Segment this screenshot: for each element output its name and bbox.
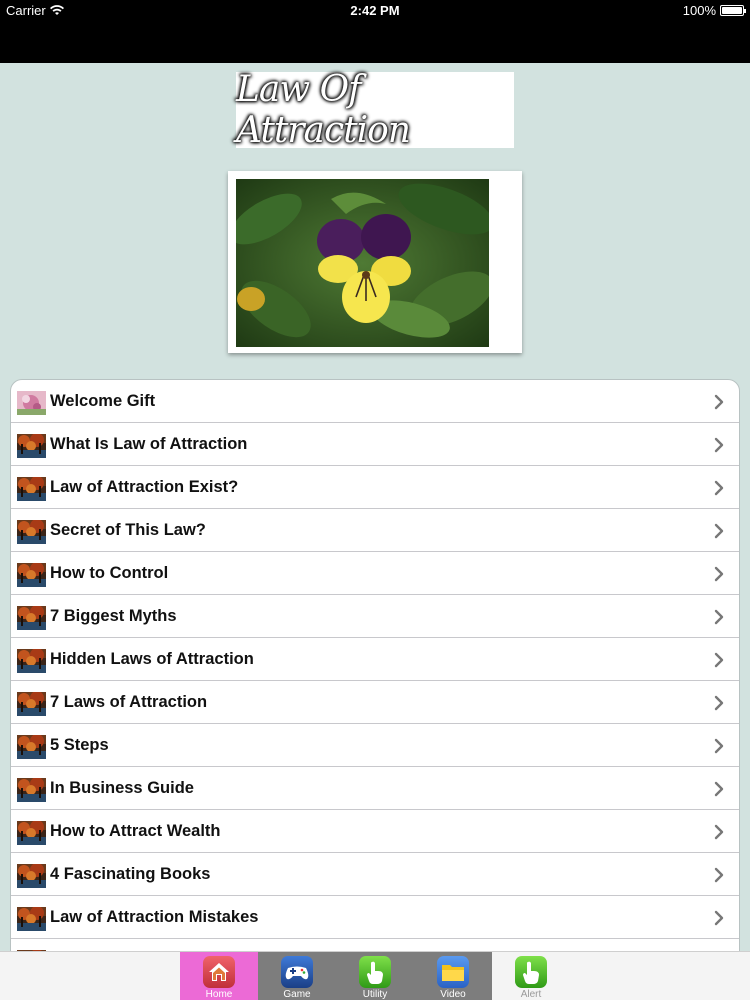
menu-item-label: How to Control — [50, 564, 169, 582]
tab-label-utility: Utility — [362, 989, 388, 1000]
menu-item-label: In Business Guide — [50, 779, 194, 797]
tab-label-video: Video — [440, 989, 466, 1000]
hand-pointer-icon — [515, 956, 547, 988]
chevron-right-icon — [712, 823, 726, 841]
tab-label-game: Game — [283, 989, 311, 1000]
menu-list: Welcome Gift What Is Law of Attraction Law… — [10, 379, 740, 951]
menu-item-label: Secret of This Law? — [50, 521, 206, 539]
autumn-thumb — [17, 821, 46, 845]
menu-item-label: Law of Attraction Exist? — [50, 478, 239, 496]
menu-item-label: 4 Fascinating Books — [50, 865, 211, 883]
menu-item[interactable]: 5 Steps — [11, 724, 739, 767]
autumn-thumb — [17, 606, 46, 630]
home-icon — [203, 956, 235, 988]
tab-video[interactable]: Video — [414, 952, 492, 1000]
navigation-bar — [0, 20, 750, 63]
autumn-thumb — [17, 864, 46, 888]
chevron-right-icon — [712, 436, 726, 454]
menu-item-label: 7 Laws of Attraction — [50, 693, 208, 711]
menu-item-label: 5 Steps — [50, 736, 109, 754]
menu-item[interactable]: Law of Attraction Exist? — [11, 466, 739, 509]
tab-home[interactable]: Home — [180, 952, 258, 1000]
menu-item[interactable] — [11, 939, 739, 951]
logo-text: Law Of Attraction — [236, 69, 411, 151]
gift-thumb — [17, 391, 46, 415]
chevron-right-icon — [712, 651, 726, 669]
autumn-thumb — [17, 692, 46, 716]
tab-label-alert: Alert — [520, 989, 542, 1000]
menu-item-label: 7 Biggest Myths — [50, 607, 177, 625]
autumn-thumb — [17, 649, 46, 673]
pansy-flower-photo — [236, 179, 489, 347]
menu-item[interactable]: Hidden Laws of Attraction — [11, 638, 739, 681]
autumn-thumb — [17, 520, 46, 544]
folder-icon — [437, 956, 469, 988]
tab-label-home: Home — [205, 989, 233, 1000]
menu-item[interactable]: Secret of This Law? — [11, 509, 739, 552]
menu-item-label: How to Attract Wealth — [50, 822, 221, 840]
status-right: 100% — [682, 3, 746, 18]
menu-item[interactable]: Welcome Gift — [11, 380, 739, 423]
autumn-thumb — [17, 477, 46, 501]
battery-icon — [720, 5, 746, 16]
autumn-thumb — [17, 563, 46, 587]
menu-item-label: Hidden Laws of Attraction — [50, 650, 254, 668]
hand-pointer-icon — [359, 956, 391, 988]
app-logo: Law Of Attraction — [236, 69, 514, 151]
tab-alert[interactable]: Alert — [492, 952, 570, 1000]
chevron-right-icon — [712, 694, 726, 712]
menu-item[interactable]: Law of Attraction Mistakes — [11, 896, 739, 939]
chevron-right-icon — [712, 522, 726, 540]
autumn-thumb — [17, 434, 46, 458]
menu-item-label: Law of Attraction Mistakes — [50, 908, 259, 926]
chevron-right-icon — [712, 565, 726, 583]
chevron-right-icon — [712, 608, 726, 626]
menu-item[interactable]: 7 Laws of Attraction — [11, 681, 739, 724]
status-bar: Carrier 2:42 PM 100% — [0, 0, 750, 20]
status-time: 2:42 PM — [350, 3, 400, 18]
battery-percent: 100% — [682, 3, 716, 18]
menu-item[interactable]: 4 Fascinating Books — [11, 853, 739, 896]
tab-utility[interactable]: Utility — [336, 952, 414, 1000]
battery-fill — [722, 7, 742, 14]
menu-item[interactable]: How to Control — [11, 552, 739, 595]
menu-item-label: What Is Law of Attraction — [50, 435, 248, 453]
chevron-right-icon — [712, 737, 726, 755]
tab-bar: Home Game Utility Video Alert — [0, 951, 750, 1000]
gamepad-icon — [281, 956, 313, 988]
chevron-right-icon — [712, 780, 726, 798]
menu-item[interactable]: What Is Law of Attraction — [11, 423, 739, 466]
menu-item-label: Welcome Gift — [50, 392, 156, 410]
tab-game[interactable]: Game — [258, 952, 336, 1000]
autumn-thumb — [17, 907, 46, 931]
header-photo-frame — [228, 171, 522, 353]
chevron-right-icon — [712, 479, 726, 497]
menu-item[interactable]: How to Attract Wealth — [11, 810, 739, 853]
autumn-thumb — [17, 778, 46, 802]
autumn-thumb — [17, 735, 46, 759]
chevron-right-icon — [712, 909, 726, 927]
menu-item[interactable]: 7 Biggest Myths — [11, 595, 739, 638]
chevron-right-icon — [712, 393, 726, 411]
main-content: Law Of Attraction Welcome Gift What Is L… — [0, 63, 750, 951]
menu-item[interactable]: In Business Guide — [11, 767, 739, 810]
chevron-right-icon — [712, 866, 726, 884]
